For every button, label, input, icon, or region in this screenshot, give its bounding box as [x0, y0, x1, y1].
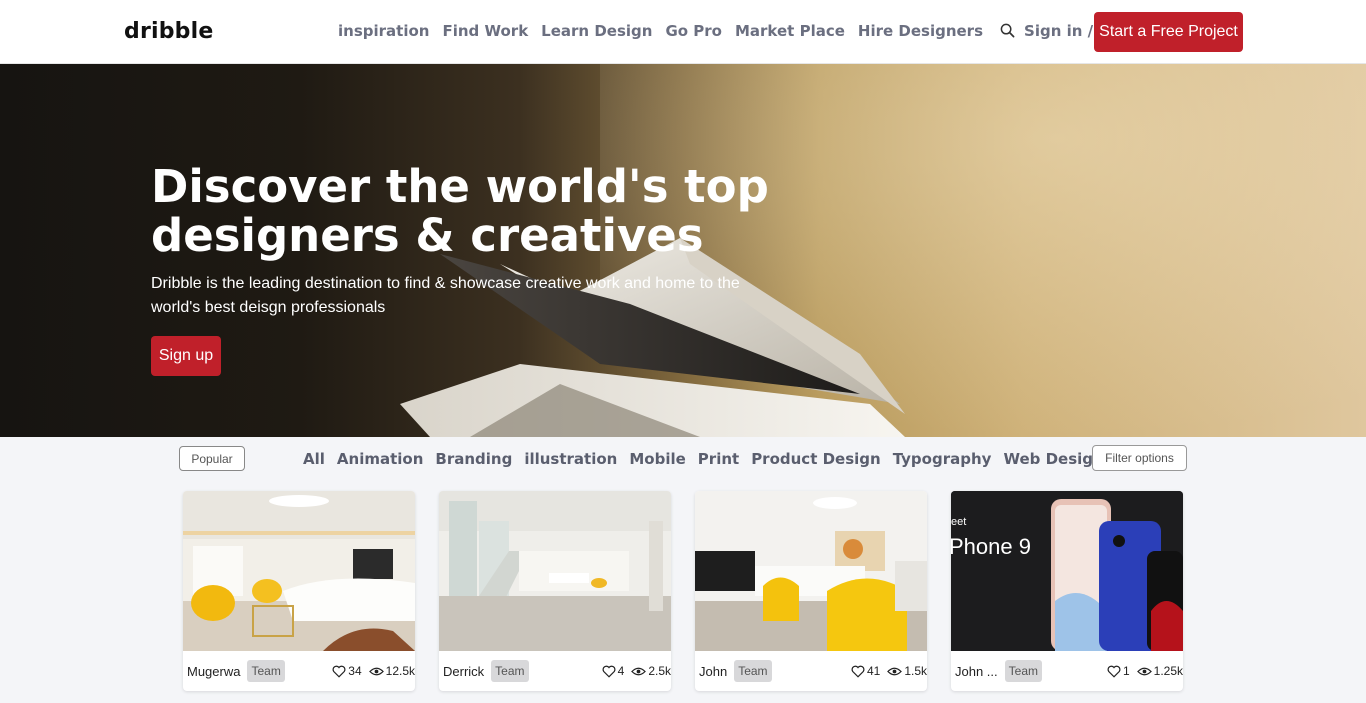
team-badge: Team	[491, 660, 529, 682]
start-project-button[interactable]: Start a Free Project	[1094, 12, 1243, 52]
nav-find-work[interactable]: Find Work	[442, 22, 528, 40]
signup-button[interactable]: Sign up	[151, 336, 221, 376]
tab-all[interactable]: All	[303, 450, 325, 468]
shot-meta: Mugerwa Team 34 12.5k	[183, 651, 415, 691]
nav-go-pro[interactable]: Go Pro	[665, 22, 722, 40]
tab-typography[interactable]: Typography	[893, 450, 992, 468]
eye-icon	[1136, 667, 1152, 675]
tab-mobile[interactable]: Mobile	[629, 450, 685, 468]
tab-branding[interactable]: Branding	[435, 450, 512, 468]
shot-stats: 41 1.5k	[844, 651, 927, 691]
shot-thumbnail[interactable]	[183, 491, 415, 651]
eye-icon	[368, 667, 384, 675]
views: 1.5k	[887, 664, 927, 678]
eye-icon	[631, 667, 647, 675]
like-count: 4	[617, 664, 625, 678]
views: 1.25k	[1136, 664, 1183, 678]
shot-stats: 1 1.25k	[1100, 651, 1183, 691]
team-badge: Team	[734, 660, 772, 682]
tab-product-design[interactable]: Product Design	[751, 450, 881, 468]
tab-animation[interactable]: Animation	[337, 450, 423, 468]
filter-bar: Popular All Animation Branding illustrat…	[0, 437, 1366, 481]
hero-banner: Discover the world's top designers & cre…	[0, 64, 1366, 437]
view-count: 12.5k	[385, 664, 415, 678]
heart-icon	[332, 665, 346, 678]
heart-icon	[602, 665, 616, 678]
category-tabs: All Animation Branding illustration Mobi…	[303, 450, 1116, 468]
author-name[interactable]: John ...	[955, 664, 998, 679]
hero-subtitle: Dribble is the leading destination to fi…	[151, 275, 740, 316]
view-count: 1.25k	[1153, 664, 1183, 678]
shot-meta: John ... Team 1 1.25k	[951, 651, 1183, 691]
tab-web-design[interactable]: Web Design	[1003, 450, 1103, 468]
like-count: 41	[866, 664, 881, 678]
likes[interactable]: 41	[851, 664, 880, 678]
shot-thumbnail[interactable]: eet Phone 9	[951, 491, 1183, 651]
nav-market-place[interactable]: Market Place	[735, 22, 845, 40]
shot-thumbnail[interactable]	[439, 491, 671, 651]
top-navbar: dribble inspiration Find Work Learn Desi…	[0, 0, 1366, 64]
heart-icon	[1107, 665, 1121, 678]
filter-options-button[interactable]: Filter options	[1092, 445, 1187, 471]
likes[interactable]: 4	[602, 664, 625, 678]
shot-card[interactable]: Mugerwa Team 34 12.5k	[183, 491, 415, 691]
view-count: 2.5k	[648, 664, 671, 678]
like-count: 34	[348, 664, 362, 678]
author-name[interactable]: John	[699, 664, 727, 679]
shot-card[interactable]: Derrick Team 4 2.5k	[439, 491, 671, 691]
nav-learn-design[interactable]: Learn Design	[541, 22, 652, 40]
tab-illustration[interactable]: illustration	[524, 450, 617, 468]
likes[interactable]: 34	[332, 664, 362, 678]
popular-dropdown[interactable]: Popular	[179, 446, 245, 471]
views: 2.5k	[631, 664, 671, 678]
nav-inspiration[interactable]: inspiration	[338, 22, 429, 40]
tab-print[interactable]: Print	[698, 450, 739, 468]
logo[interactable]: dribble	[124, 19, 214, 44]
thumb-small-text: eet	[951, 516, 967, 528]
shot-card[interactable]: eet Phone 9 John ... Team 1 1.25k	[951, 491, 1183, 691]
shot-stats: 4 2.5k	[595, 651, 671, 691]
shot-meta: Derrick Team 4 2.5k	[439, 651, 671, 691]
view-count: 1.5k	[904, 664, 927, 678]
hero-title: Discover the world's top designers & cre…	[151, 160, 769, 262]
heart-icon	[851, 665, 865, 678]
thumb-product-text: Phone 9	[951, 534, 1031, 559]
search-icon[interactable]	[1000, 23, 1016, 39]
eye-icon	[887, 667, 903, 675]
shot-meta: John Team 41 1.5k	[695, 651, 927, 691]
author-name[interactable]: Mugerwa	[187, 664, 240, 679]
shot-stats: 34 12.5k	[325, 651, 415, 691]
main-nav: inspiration Find Work Learn Design Go Pr…	[338, 22, 1175, 40]
team-badge: Team	[247, 660, 285, 682]
shot-card[interactable]: John Team 41 1.5k	[695, 491, 927, 691]
shot-thumbnail[interactable]	[695, 491, 927, 651]
team-badge: Team	[1004, 660, 1042, 682]
nav-hire-designers[interactable]: Hire Designers	[858, 22, 983, 40]
author-name[interactable]: Derrick	[443, 664, 484, 679]
views: 12.5k	[368, 664, 415, 678]
likes[interactable]: 1	[1107, 664, 1130, 678]
like-count: 1	[1122, 664, 1130, 678]
